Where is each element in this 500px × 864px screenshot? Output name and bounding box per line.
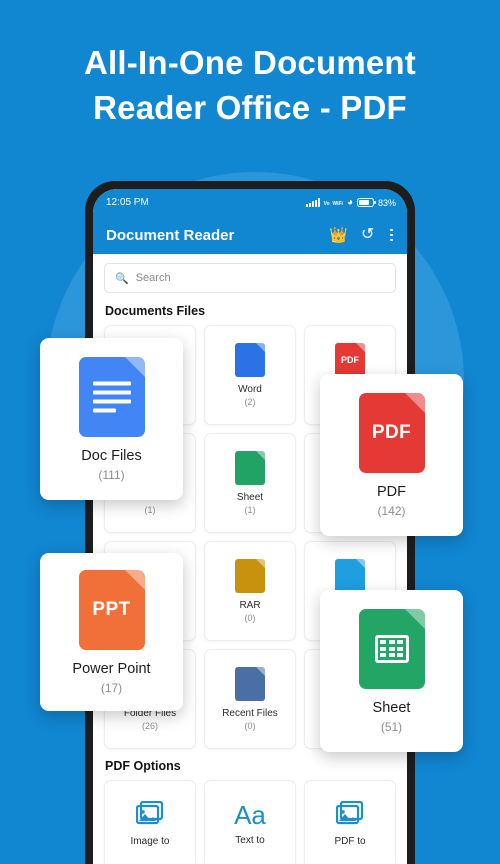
floating-card-doc-files[interactable]: Doc Files (111) [40,338,183,500]
pdf-file-icon: PDF [358,392,425,473]
battery-percent-label: 83% [377,197,396,208]
pdf-option-tile[interactable]: Aa Text to [204,780,296,864]
app-title: Document Reader [106,226,235,244]
rar-file-icon [235,559,265,593]
app-bar: Document Reader 👑 ↺ [93,216,407,254]
doc-lines-glyph [92,381,131,412]
doc-file-icon [78,356,145,437]
document-tile-label: Recent Files [222,708,278,719]
word-file-icon [235,343,265,377]
pdf-option-tile-label: Text to [235,835,265,846]
section-title-documents: Documents Files [105,304,206,318]
floating-card-power-point[interactable]: PPT Power Point (17) [40,553,183,711]
pdf-file-icon: PDF [335,343,365,377]
sheet-grid-glyph [374,634,409,663]
floating-card-label: PDF [377,483,406,500]
pdf-options-grid: Image to Aa Text to PDF to [104,780,396,864]
app-bar-actions: 👑 ↺ [329,227,396,244]
refresh-icon[interactable]: ↺ [361,227,374,243]
document-tile[interactable]: Word (2) [204,325,296,425]
crown-icon[interactable]: 👑 [329,228,348,243]
floating-card-pdf[interactable]: PDF PDF (142) [320,374,463,536]
document-tile-label: Sheet [236,492,264,503]
signal-bars-icon [305,198,320,207]
recent-files-icon [235,667,265,701]
document-tile-count: (0) [244,613,256,623]
document-tile-count: (1) [244,505,256,515]
floating-card-label: Power Point [72,660,151,677]
text-to-pdf-icon: Aa [234,800,266,830]
vowifi-icon: Vo WiFi [323,201,343,207]
floating-card-sheet[interactable]: Sheet (51) [320,590,463,752]
hero-headline-line-2: Reader Office - PDF [93,89,407,126]
floating-card-label: Sheet [372,699,411,716]
pdf-option-tile[interactable]: PDF to [304,780,396,864]
document-tile-count: (26) [141,721,158,731]
floating-card-label: Doc Files [81,447,142,464]
pdf-to-image-icon [335,800,364,829]
document-tile-count: (2) [244,397,256,407]
document-tile-count: (0) [244,721,256,731]
hero-headline: All-In-One Document Reader Office - PDF [0,40,500,130]
image-to-pdf-icon [135,800,164,829]
document-tile-label: RAR [239,600,261,611]
status-bar-icons: Vo WiFi ◕ 83% [305,196,396,208]
floating-card-count: (51) [380,719,403,734]
search-bar[interactable]: 🔍 Search [104,263,396,293]
ppt-file-icon: PPT [78,569,145,650]
ppt-glyph: PPT [92,598,131,620]
pdf-option-tile[interactable]: Image to [104,780,196,864]
section-title-pdf-options: PDF Options [105,759,181,773]
status-bar-time: 12:05 PM [106,197,149,208]
wifi-icon: ◕ [346,196,353,208]
hero-headline-line-1: All-In-One Document [84,44,416,81]
document-tile[interactable]: Recent Files (0) [204,649,296,749]
document-tile-label: Word [238,384,262,395]
document-tile[interactable]: RAR (0) [204,541,296,641]
floating-card-count: (17) [100,680,123,695]
pdf-glyph: PDF [371,421,412,443]
document-tile-count: (1) [144,505,156,515]
floating-card-count: (142) [377,503,406,518]
document-tile[interactable]: Sheet (1) [204,433,296,533]
floating-card-count: (111) [98,467,125,482]
sheet-file-icon [235,451,265,485]
pdf-option-tile-label: Image to [130,836,170,847]
pdf-option-tile-label: PDF to [334,836,366,847]
search-icon: 🔍 [115,272,129,285]
tile-glyph: PDF [341,355,359,365]
search-input[interactable]: Search [136,272,171,284]
zip-file-icon [335,559,365,593]
sheet-file-icon [358,608,425,689]
status-bar: 12:05 PM Vo WiFi ◕ 83% [93,189,407,216]
kebab-menu-icon[interactable] [387,227,396,244]
battery-icon [356,198,376,207]
